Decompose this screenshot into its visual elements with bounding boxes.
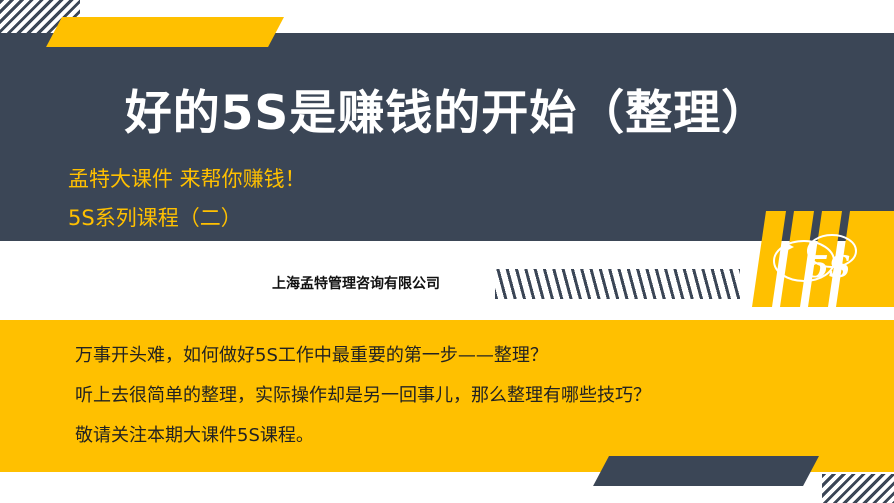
description-line-2: 听上去很简单的整理，实际操作却是另一回事儿，那么整理有哪些技巧？ — [75, 385, 651, 406]
subtitle-series: 5S系列课程（二） — [68, 206, 242, 230]
decorative-dark-bar — [593, 456, 819, 486]
decorative-hatch-bottom — [822, 474, 894, 503]
5s-logo-graphic: 5S — [752, 211, 894, 307]
description-line-3: 敬请关注本期大课件5S课程。 — [75, 425, 314, 446]
5s-logo: 5S — [742, 211, 894, 307]
logo-text: 5S — [808, 250, 851, 285]
slide-title: 好的5S是赚钱的开始（整理） — [124, 86, 770, 141]
decorative-yellow-bar — [46, 17, 284, 47]
subtitle-slogan: 孟特大课件 来帮你赚钱！ — [68, 167, 306, 191]
company-name: 上海孟特管理咨询有限公司 — [272, 276, 440, 292]
description-line-1: 万事开头难，如何做好5S工作中最重要的第一步——整理？ — [75, 345, 548, 366]
decorative-hatch-middle — [495, 269, 740, 299]
